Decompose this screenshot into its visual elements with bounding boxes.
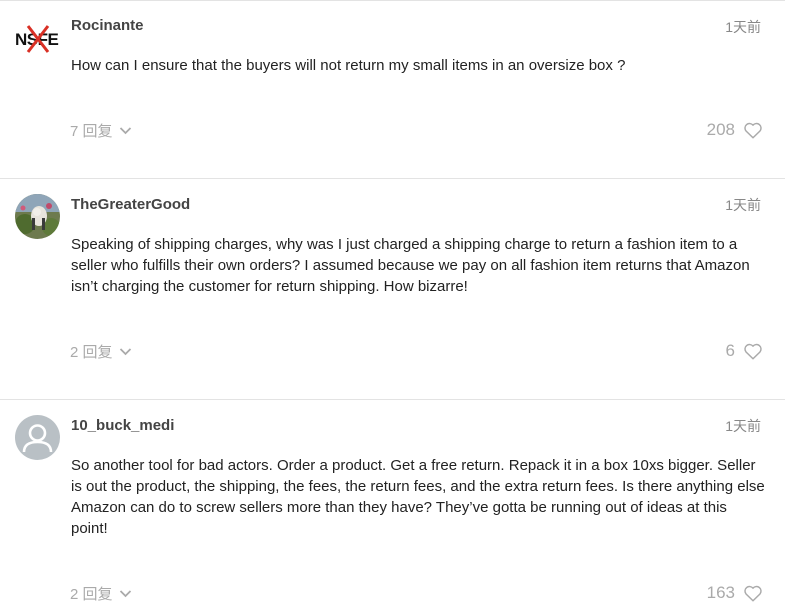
comment-body: So another tool for bad actors. Order a … [71, 457, 765, 537]
like-button[interactable]: 208 [707, 120, 763, 140]
replies-toggle[interactable]: 2 回复 [70, 583, 132, 604]
default-user-icon [22, 424, 53, 453]
red-x-icon [26, 25, 50, 53]
comment-body: How can I ensure that the buyers will no… [71, 57, 626, 74]
chevron-down-icon [119, 127, 131, 135]
comment-feed: NSFE Rocinante 1天前 How can I ensure that… [0, 0, 785, 610]
avatar-photo[interactable] [15, 194, 60, 239]
heart-icon [744, 585, 762, 602]
user-photo-icon [15, 194, 60, 239]
username[interactable]: 10_buck_medi [71, 417, 174, 434]
chevron-down-icon [119, 348, 131, 356]
timestamp: 1天前 [725, 418, 761, 434]
heart-icon [744, 122, 762, 139]
replies-toggle[interactable]: 7 回复 [70, 120, 132, 141]
comment-post: NSFE Rocinante 1天前 How can I ensure that… [0, 0, 785, 178]
username[interactable]: TheGreaterGood [71, 196, 190, 213]
timestamp: 1天前 [725, 19, 761, 35]
heart-icon [744, 343, 762, 360]
replies-count: 2 回复 [70, 586, 113, 603]
replies-count: 2 回复 [70, 344, 113, 361]
comment-post: TheGreaterGood 1天前 Speaking of shipping … [0, 179, 785, 399]
like-button[interactable]: 163 [707, 583, 763, 603]
like-count: 6 [725, 341, 735, 360]
replies-toggle[interactable]: 2 回复 [70, 341, 132, 362]
chevron-down-icon [119, 590, 131, 598]
replies-count: 7 回复 [70, 123, 113, 140]
username[interactable]: Rocinante [71, 17, 144, 34]
timestamp: 1天前 [725, 197, 761, 213]
avatar-default[interactable] [15, 415, 60, 460]
like-count: 163 [706, 583, 735, 602]
like-count: 208 [706, 120, 735, 139]
avatar-nsfe-logo[interactable]: NSFE [15, 24, 61, 54]
like-button[interactable]: 6 [726, 341, 763, 361]
comment-post: 10_buck_medi 1天前 So another tool for bad… [0, 400, 785, 610]
comment-body: Speaking of shipping charges, why was I … [71, 236, 750, 295]
